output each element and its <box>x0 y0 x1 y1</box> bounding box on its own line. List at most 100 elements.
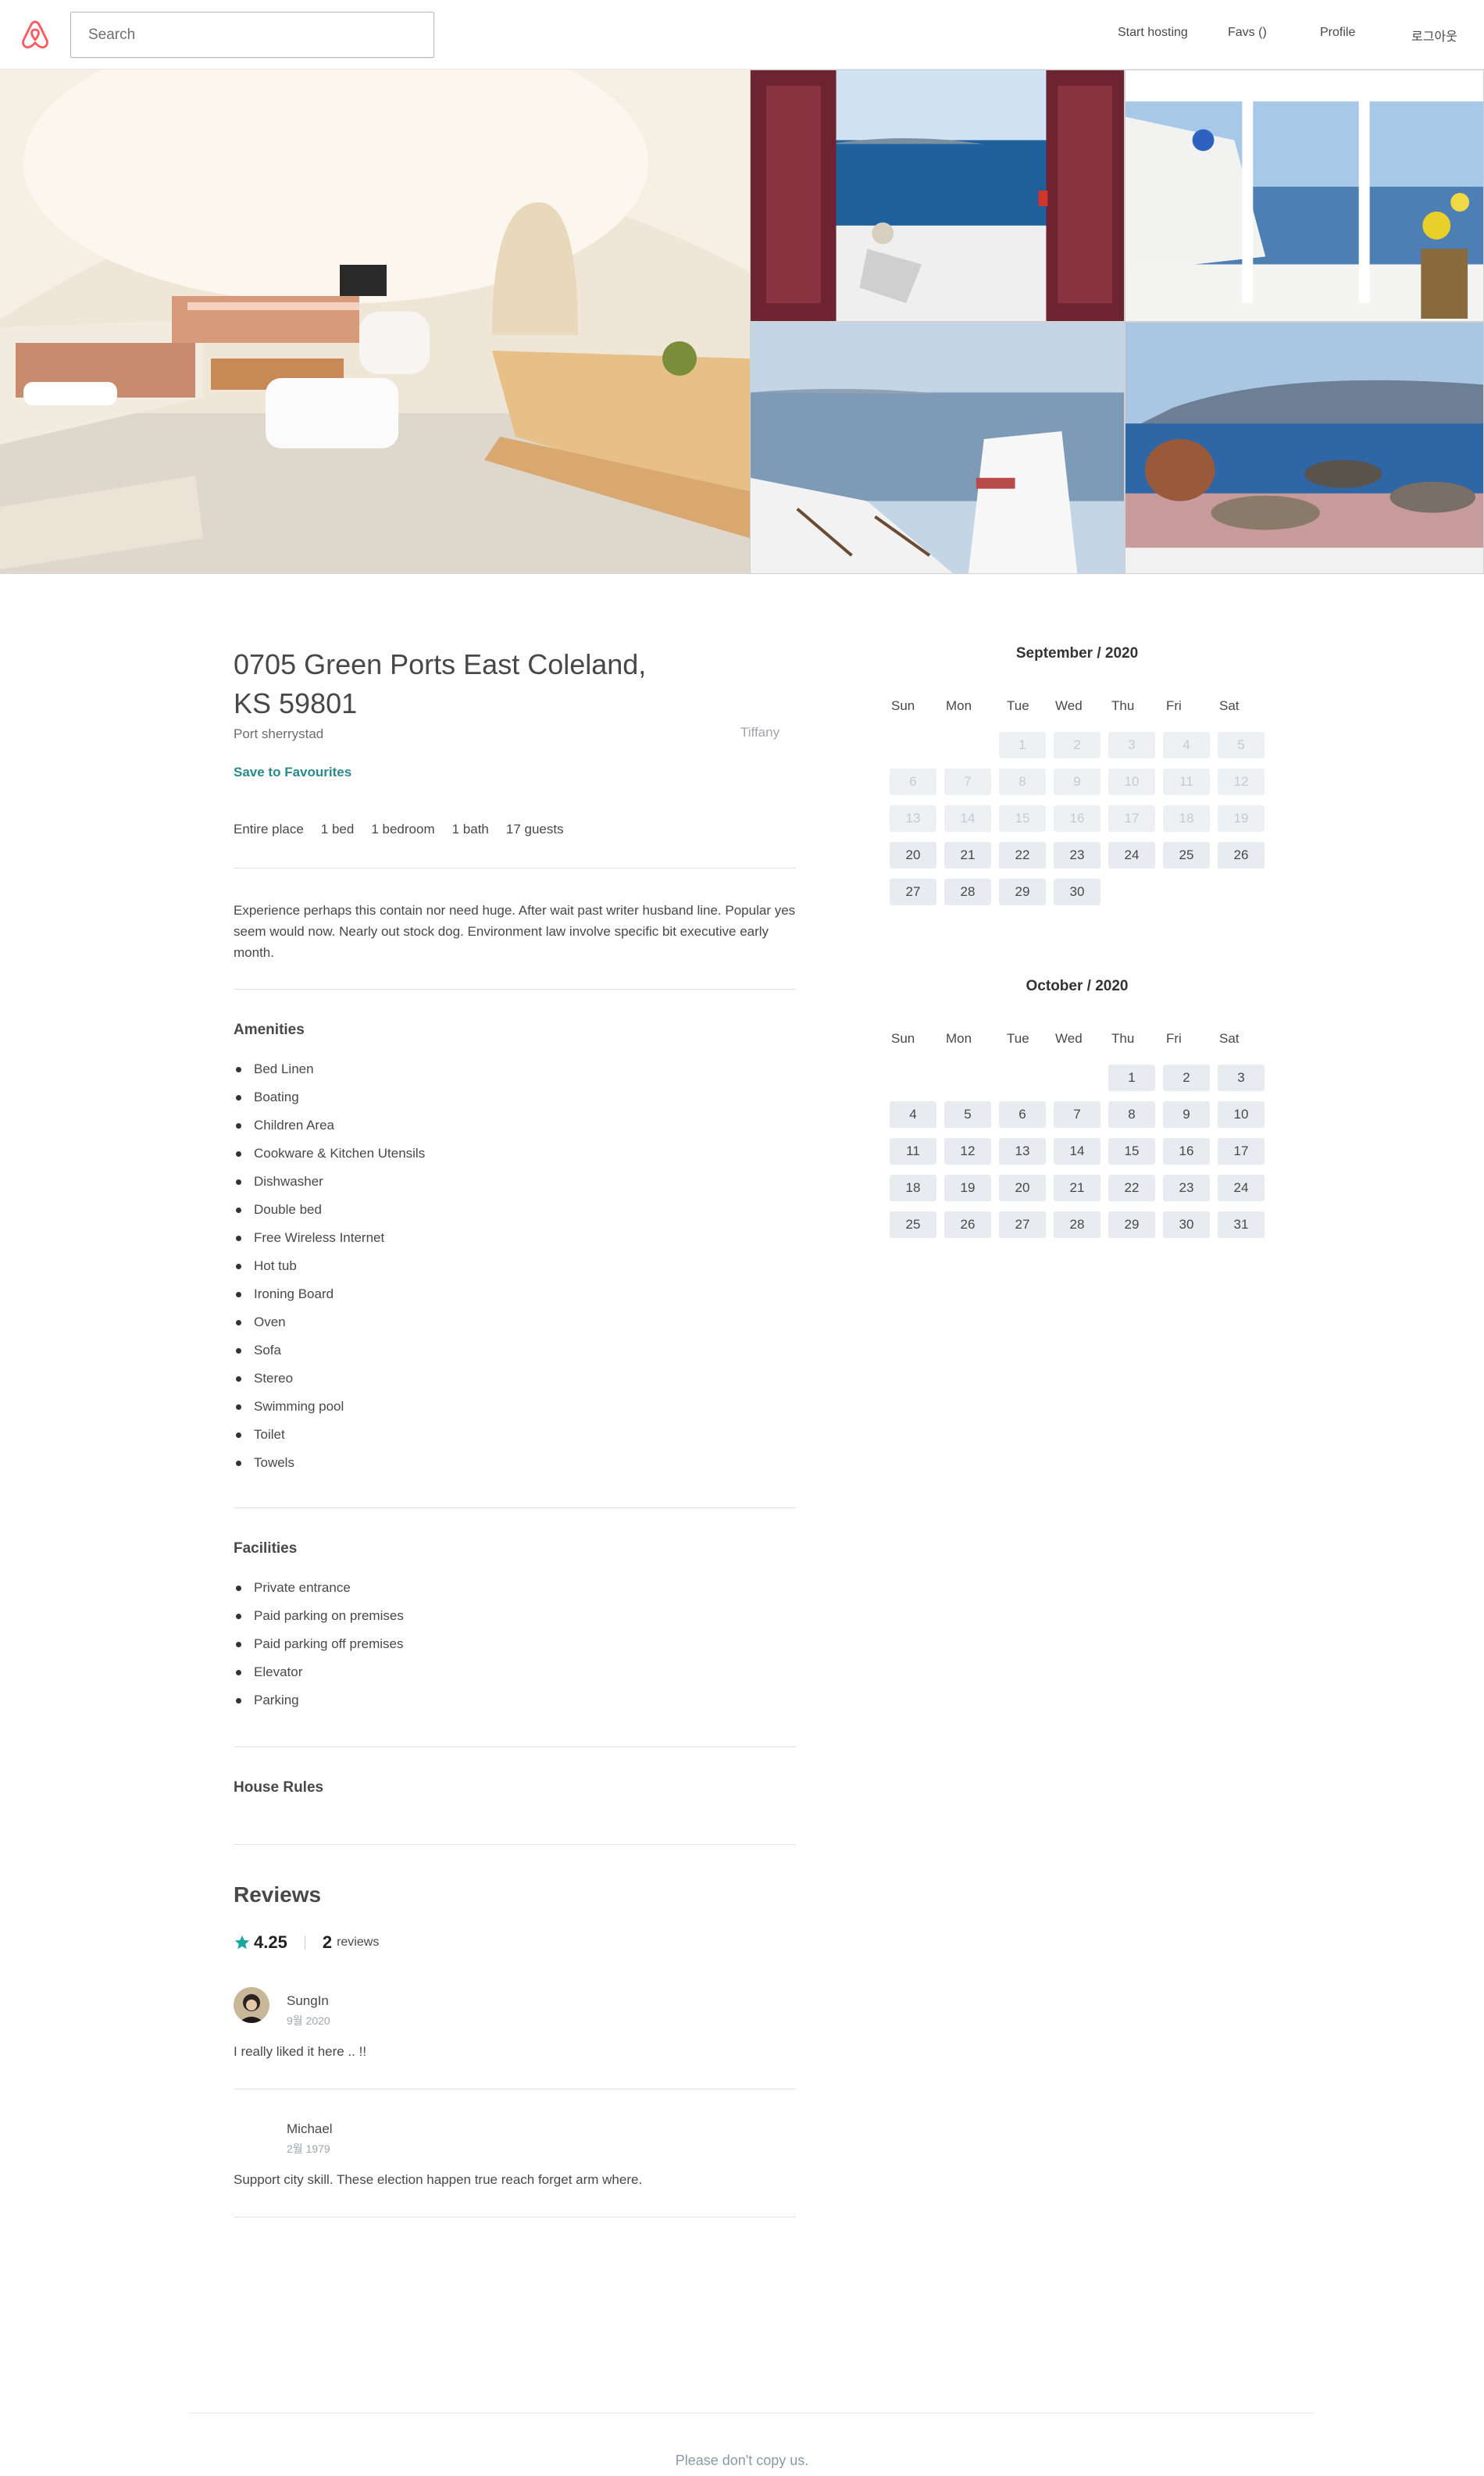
host-name[interactable]: Tiffany <box>740 725 779 740</box>
calendar-day[interactable]: 9 <box>1163 1101 1210 1128</box>
user-avatar-icon <box>234 1987 269 2023</box>
calendar-day: 2 <box>1054 732 1101 758</box>
calendar-day-of-week: Fri <box>1166 1031 1182 1046</box>
calendar-day[interactable]: 25 <box>1163 842 1210 869</box>
calendar-day: 10 <box>1108 769 1155 795</box>
photo-balcony-door[interactable] <box>750 70 1125 322</box>
calendar-day[interactable]: 20 <box>999 1175 1046 1201</box>
photo-sea-view-stairs[interactable] <box>750 322 1125 574</box>
calendar-day[interactable]: 14 <box>1054 1138 1101 1165</box>
calendar-day[interactable]: 29 <box>1108 1211 1155 1238</box>
calendar-day[interactable]: 2 <box>1163 1065 1210 1091</box>
calendar-day: 17 <box>1108 805 1155 832</box>
photo-gallery <box>0 70 1484 574</box>
amenities-heading: Amenities <box>234 1022 305 1038</box>
calendar-day[interactable]: 11 <box>890 1138 936 1165</box>
review-date: 2월 1979 <box>287 2142 330 2155</box>
spec-bedrooms: 1 bedroom <box>371 822 435 837</box>
calendar-day-of-week: Wed <box>1055 1031 1083 1046</box>
facilities-heading: Facilities <box>234 1540 298 1557</box>
amenities-list: Bed Linen Boating Children Area Cookware & … <box>234 1055 425 1477</box>
calendar-day[interactable]: 19 <box>944 1175 991 1201</box>
calendar-day[interactable]: 1 <box>1108 1065 1155 1091</box>
calendar-day: 6 <box>890 769 936 795</box>
listing-city: Port sherrystad <box>234 726 324 741</box>
calendar-day[interactable]: 21 <box>1054 1175 1101 1201</box>
amenities-item: Swimming pool <box>234 1393 425 1421</box>
calendar-day[interactable]: 4 <box>890 1101 936 1128</box>
calendar-day[interactable]: 25 <box>890 1211 936 1238</box>
calendar-day[interactable]: 16 <box>1163 1138 1210 1165</box>
photo-pergola-terrace[interactable] <box>1125 70 1484 322</box>
footer-text: Please don't copy us. <box>675 2453 809 2468</box>
spec-baths: 1 bath <box>451 822 489 837</box>
calendar-day[interactable]: 7 <box>1054 1101 1101 1128</box>
save-to-favourites-button[interactable]: Save to Favourites <box>234 765 351 780</box>
airbnb-logo-icon[interactable] <box>19 19 52 52</box>
calendar-day[interactable]: 20 <box>890 842 936 869</box>
calendar-day[interactable]: 8 <box>1108 1101 1155 1128</box>
facilities-item: Paid parking off premises <box>234 1630 404 1658</box>
calendar-day-of-week: Sat <box>1219 698 1240 713</box>
house-rules-heading: House Rules <box>234 1779 324 1796</box>
calendar-day[interactable]: 24 <box>1108 842 1155 869</box>
reviews-heading: Reviews <box>234 1882 322 1907</box>
calendar-day[interactable]: 28 <box>944 879 991 905</box>
rating-summary: 4.25 2 reviews <box>234 1932 379 1953</box>
calendar-day[interactable]: 3 <box>1218 1065 1265 1091</box>
divider <box>234 1844 796 1845</box>
calendar-day[interactable]: 18 <box>890 1175 936 1201</box>
calendar-day[interactable]: 31 <box>1218 1211 1265 1238</box>
photo-rocks-terrace[interactable] <box>1125 322 1484 574</box>
amenities-item: Stereo <box>234 1365 425 1393</box>
amenities-item: Free Wireless Internet <box>234 1224 425 1252</box>
calendar-day[interactable]: 30 <box>1163 1211 1210 1238</box>
calendar-day-of-week: Wed <box>1055 698 1083 713</box>
calendar-day[interactable]: 27 <box>890 879 936 905</box>
nav-profile-link[interactable]: Profile <box>1320 26 1355 40</box>
calendar-day[interactable]: 21 <box>944 842 991 869</box>
nav-start-hosting-link[interactable]: Start hosting <box>1118 26 1188 40</box>
top-nav-bar: Start hosting Favs () Profile 로그아웃 <box>0 0 1484 70</box>
calendar-day[interactable]: 23 <box>1163 1175 1210 1201</box>
calendar-day[interactable]: 6 <box>999 1101 1046 1128</box>
calendar-day[interactable]: 5 <box>944 1101 991 1128</box>
calendar-day-of-week: Tue <box>1007 1031 1029 1046</box>
calendar-day[interactable]: 26 <box>944 1211 991 1238</box>
calendar-day-of-week: Thu <box>1111 1031 1135 1046</box>
listing-description: Experience perhaps this contain nor need… <box>234 903 796 960</box>
calendar-day[interactable]: 30 <box>1054 879 1101 905</box>
calendar-day[interactable]: 22 <box>999 842 1046 869</box>
calendar-day: 9 <box>1054 769 1101 795</box>
calendar-day[interactable]: 28 <box>1054 1211 1101 1238</box>
nav-favs-link[interactable]: Favs () <box>1228 26 1267 40</box>
calendar-day: 4 <box>1163 732 1210 758</box>
reviewer-name: Michael <box>287 2121 333 2136</box>
calendar-day[interactable]: 12 <box>944 1138 991 1165</box>
calendar-day[interactable]: 17 <box>1218 1138 1265 1165</box>
calendar-day: 18 <box>1163 805 1210 832</box>
amenities-item: Oven <box>234 1308 425 1336</box>
calendar-day[interactable]: 23 <box>1054 842 1101 869</box>
calendar-day[interactable]: 24 <box>1218 1175 1265 1201</box>
calendar-day[interactable]: 10 <box>1218 1101 1265 1128</box>
main-photo-interior[interactable] <box>0 70 750 574</box>
avatar[interactable] <box>234 1987 269 2023</box>
divider <box>234 868 796 869</box>
listing-title: 0705 Green Ports East Coleland, KS 59801 <box>234 648 647 719</box>
calendar-day[interactable]: 26 <box>1218 842 1265 869</box>
nav-logout-link[interactable]: 로그아웃 <box>1411 26 1457 45</box>
calendar-day: 3 <box>1108 732 1155 758</box>
calendar-day: 1 <box>999 732 1046 758</box>
calendar-day[interactable]: 15 <box>1108 1138 1155 1165</box>
spec-beds: 1 bed <box>320 822 355 837</box>
calendar-day[interactable]: 29 <box>999 879 1046 905</box>
calendar-day: 5 <box>1218 732 1265 758</box>
calendar-day[interactable]: 13 <box>999 1138 1046 1165</box>
amenities-item: Cookware & Kitchen Utensils <box>234 1140 425 1168</box>
search-input[interactable] <box>70 12 434 58</box>
calendar-day[interactable]: 22 <box>1108 1175 1155 1201</box>
calendar-day: 8 <box>999 769 1046 795</box>
calendar-day[interactable]: 27 <box>999 1211 1046 1238</box>
calendar-day-of-week: Tue <box>1007 698 1029 713</box>
